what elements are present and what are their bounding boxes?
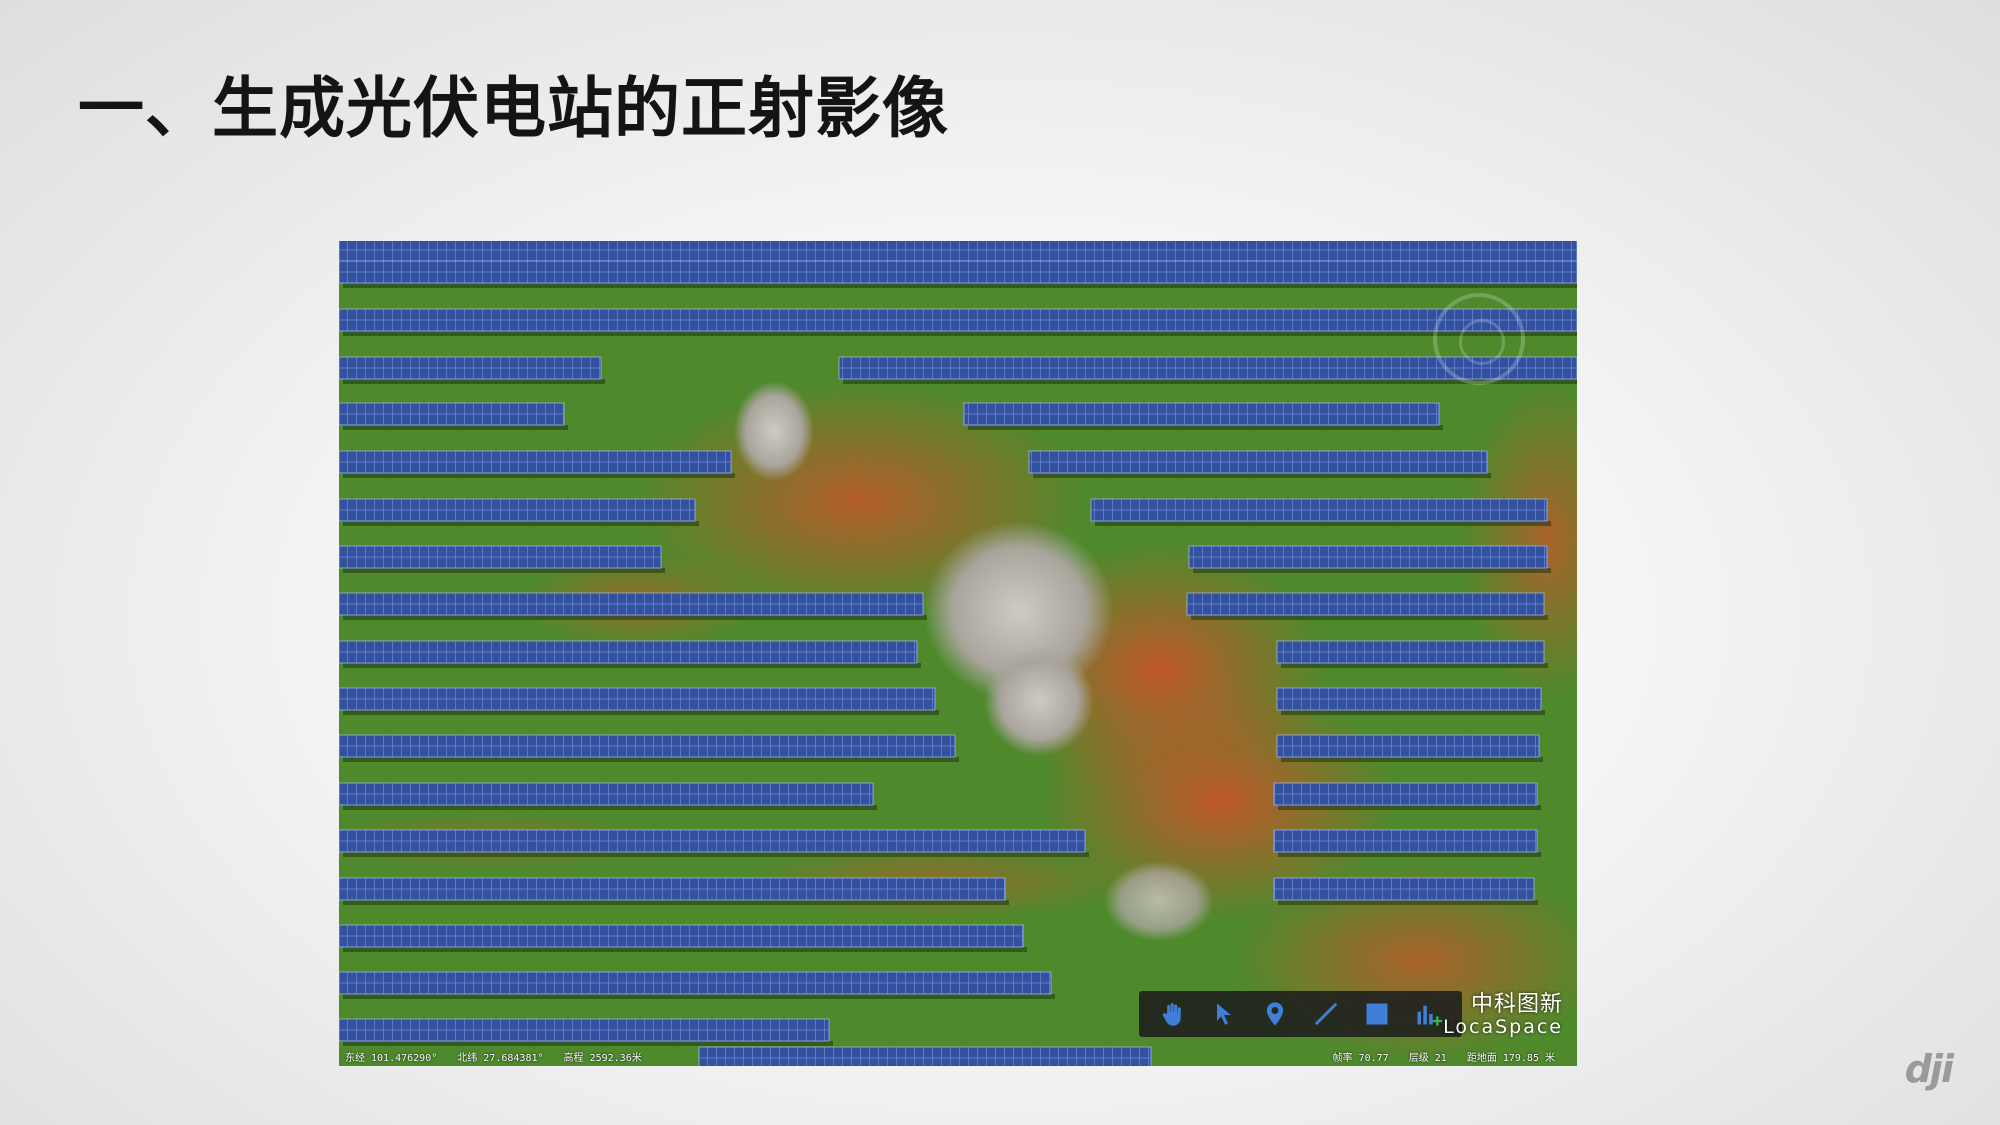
solar-panel-row — [339, 241, 1577, 262]
panel-row-shadow — [343, 521, 699, 526]
panel-row-shadow — [343, 283, 1577, 288]
panel-row-shadow — [343, 331, 1577, 336]
panel-row-shadow — [343, 805, 877, 810]
status-bar-view: 帧率 70.77 层级 21 距地面 179.85 米 — [1333, 1049, 1569, 1064]
panel-row-shadow — [343, 900, 1009, 905]
watermark-cn: 中科图新 — [1470, 992, 1563, 1017]
status-distance: 距地面 179.85 米 — [1466, 1053, 1555, 1064]
panel-row-shadow — [343, 568, 665, 573]
panel-row-shadow — [1278, 852, 1541, 857]
panel-row-shadow — [1281, 663, 1548, 668]
panel-row-shadow — [343, 994, 1055, 999]
panel-row-shadow — [343, 615, 927, 620]
panel-row-shadow — [343, 473, 735, 478]
panel-row-shadow — [343, 757, 959, 762]
panel-row-shadow — [343, 947, 1027, 952]
panel-row-shadow — [1191, 615, 1548, 620]
hand-pan-icon[interactable] — [1155, 996, 1191, 1032]
panel-row-shadow — [968, 425, 1443, 430]
chart-add-icon[interactable] — [1410, 996, 1446, 1032]
measure-line-icon[interactable] — [1308, 996, 1344, 1032]
panel-row-shadow — [343, 710, 939, 715]
compass-ring[interactable] — [1433, 293, 1525, 385]
panel-row-shadow — [343, 663, 921, 668]
panel-row-shadow — [1095, 521, 1551, 526]
watermark-en: LocaSpace — [1443, 1016, 1563, 1039]
status-longitude: 东经 101.476290° — [345, 1053, 438, 1064]
map-toolbar — [1139, 991, 1462, 1037]
panel-row-shadow — [1033, 473, 1491, 478]
panel-row-shadow — [1281, 710, 1545, 715]
status-elevation: 高程 2592.36米 — [563, 1053, 642, 1064]
panel-row-shadow — [343, 852, 1089, 857]
area-square-icon[interactable] — [1359, 996, 1395, 1032]
panel-row-shadow — [1281, 757, 1543, 762]
status-latitude: 北纬 27.684381° — [457, 1053, 544, 1064]
panel-row-shadow — [1278, 900, 1538, 905]
status-level: 层级 21 — [1408, 1053, 1447, 1064]
location-pin-icon[interactable] — [1257, 996, 1293, 1032]
orthophoto-image — [339, 241, 1577, 1066]
panel-row-shadow — [343, 1041, 833, 1046]
status-framerate: 帧率 70.77 — [1332, 1053, 1389, 1064]
panel-row-shadow — [343, 425, 568, 430]
slide-title: 一、生成光伏电站的正射影像 — [78, 70, 949, 147]
status-bar-coordinates: 东经 101.476290° 北纬 27.684381° 高程 2592.36米 — [345, 1049, 656, 1064]
dji-logo: dji — [1904, 1047, 1954, 1091]
panel-row-shadow — [1193, 568, 1551, 573]
panel-row-shadow — [1278, 805, 1541, 810]
solar-panel-row — [698, 1046, 1152, 1066]
orthophoto-map[interactable]: 中科图新 LocaSpace 东经 101.476290° 北纬 27.6843… — [339, 241, 1577, 1066]
locaspace-watermark: 中科图新 LocaSpace — [1443, 992, 1563, 1039]
panel-row-shadow — [343, 379, 605, 384]
pointer-select-icon[interactable] — [1206, 996, 1242, 1032]
